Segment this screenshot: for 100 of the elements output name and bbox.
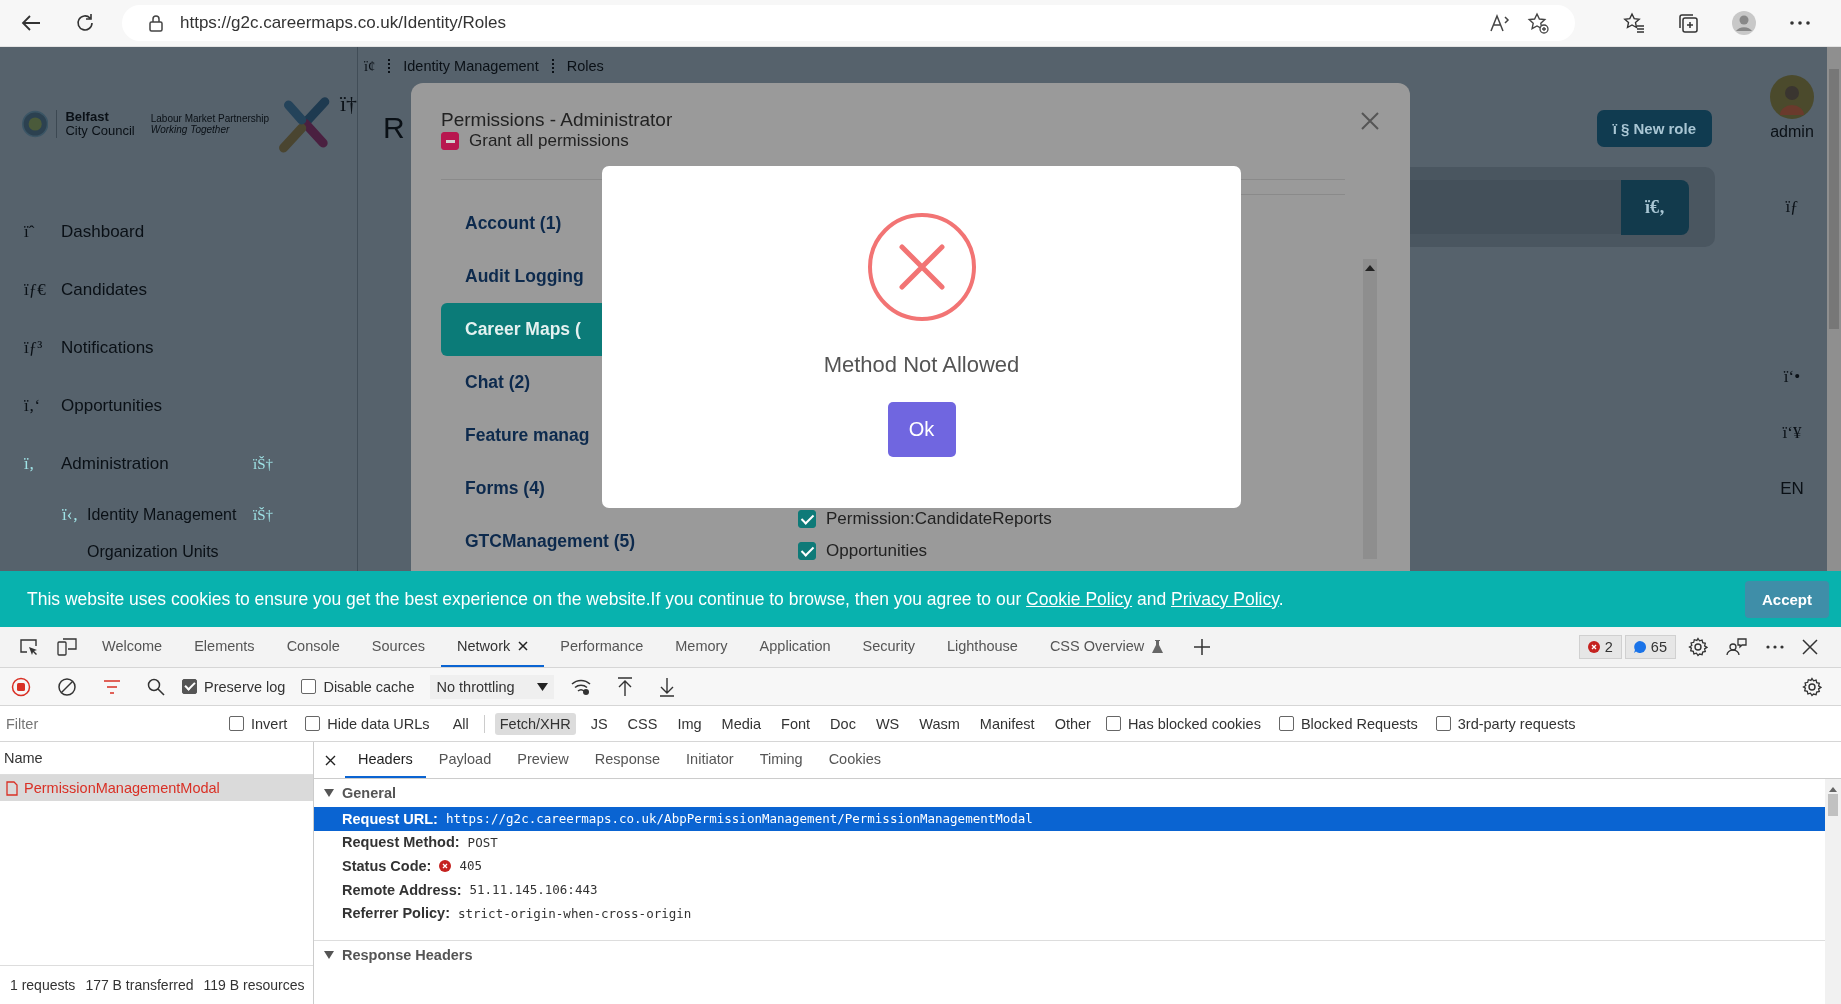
error-icon: [439, 860, 452, 872]
details-tab[interactable]: Response: [581, 742, 674, 778]
accept-button[interactable]: Accept: [1744, 580, 1829, 618]
devtools-tab[interactable]: Welcome: [86, 627, 179, 667]
more-icon[interactable]: [1766, 645, 1784, 649]
header-row[interactable]: Remote Address: 51.11.145.106:443: [314, 877, 1825, 902]
details-tab[interactable]: Preview: [504, 742, 582, 778]
header-row[interactable]: Request Method: POST: [314, 830, 1825, 855]
logo-glyph: ï†: [339, 91, 357, 117]
details-tab[interactable]: Headers: [345, 742, 426, 778]
partnership-name: Labour Market Partnership Working Together: [150, 113, 270, 135]
devtools-tab[interactable]: Memory: [659, 627, 744, 667]
permission-checkbox[interactable]: [798, 510, 816, 528]
messages-badge[interactable]: 65: [1624, 635, 1676, 659]
page-title: R: [383, 111, 405, 145]
sidebar-item[interactable]: ï‚ Administration ïŠ†: [0, 435, 357, 493]
page-scrollbar[interactable]: [1827, 47, 1841, 571]
section-header[interactable]: General: [314, 779, 1825, 807]
throttling-dropdown[interactable]: No throttling: [430, 674, 554, 699]
clear-icon[interactable]: [57, 676, 77, 697]
read-aloud-icon[interactable]: [1489, 13, 1511, 33]
record-icon[interactable]: [11, 676, 31, 697]
type-filter[interactable]: CSS: [622, 712, 663, 735]
close-icon[interactable]: [325, 754, 336, 766]
header-row[interactable]: Referrer Policy: strict-origin-when-cross-origin: [314, 901, 1825, 925]
type-filter[interactable]: Doc: [825, 712, 861, 735]
type-filter[interactable]: Media: [716, 712, 767, 735]
filter-checkbox[interactable]: Has blocked cookies: [1105, 715, 1261, 732]
preserve-log-checkbox[interactable]: Preserve log: [182, 678, 286, 695]
add-tab-icon[interactable]: [1193, 638, 1212, 656]
filter-checkbox[interactable]: Blocked Requests: [1278, 715, 1418, 732]
details-tab[interactable]: Timing: [746, 742, 816, 778]
errors-badge[interactable]: 2: [1578, 635, 1622, 659]
devtools-tab[interactable]: Console: [270, 627, 356, 667]
dialog-scrollbar[interactable]: [1363, 259, 1377, 559]
type-filter[interactable]: All: [447, 712, 474, 735]
details-tab[interactable]: Payload: [425, 742, 505, 778]
error-icon: [1587, 641, 1600, 653]
invert-checkbox[interactable]: Invert: [229, 715, 288, 732]
type-filter[interactable]: Fetch/XHR: [494, 712, 576, 735]
feedback-icon[interactable]: [1726, 637, 1748, 657]
sidebar-item[interactable]: ï‹‚ Identity Management ïŠ†: [0, 493, 357, 537]
devtools-tab[interactable]: Elements: [178, 627, 271, 667]
new-role-button[interactable]: ï § New role: [1596, 109, 1712, 147]
reload-icon[interactable]: [74, 12, 96, 34]
message-icon: [1633, 641, 1646, 653]
filter-icon[interactable]: [103, 679, 121, 694]
profile-icon[interactable]: [1731, 10, 1757, 36]
header-row[interactable]: Status Code: 405: [314, 854, 1825, 878]
type-filter[interactable]: Other: [1049, 712, 1096, 735]
type-filter[interactable]: WS: [870, 712, 905, 735]
ok-button[interactable]: Ok: [887, 402, 956, 457]
details-scrollbar[interactable]: [1825, 779, 1841, 1004]
section-header[interactable]: Response Headers: [314, 939, 1825, 969]
alert-message: Method Not Allowed: [823, 352, 1020, 378]
favorites-icon[interactable]: [1623, 12, 1645, 34]
hide-data-urls-checkbox[interactable]: Hide data URLs: [305, 715, 430, 732]
inspect-icon[interactable]: [19, 638, 39, 656]
header-row[interactable]: Request URL: https://g2c.careermaps.co.uk/AbpPermissionManagement/PermissionManagementModal: [314, 807, 1825, 831]
file-icon: [6, 780, 18, 796]
search-icon[interactable]: [147, 677, 165, 696]
user-name: admin: [1770, 123, 1814, 141]
search-button[interactable]: ï€‚: [1621, 179, 1689, 235]
type-filter[interactable]: Img: [672, 712, 707, 735]
disable-cache-checkbox[interactable]: Disable cache: [301, 678, 415, 695]
devtools-tab[interactable]: Sources: [355, 627, 442, 667]
seal-icon: [22, 108, 49, 140]
filter-checkbox[interactable]: 3rd-party requests: [1435, 715, 1576, 732]
type-filter[interactable]: Manifest: [974, 712, 1040, 735]
add-favorite-icon[interactable]: [1527, 12, 1549, 34]
details-tab[interactable]: Cookies: [815, 742, 895, 778]
devtools-tab[interactable]: Security: [846, 627, 931, 667]
close-icon[interactable]: [1802, 639, 1818, 655]
close-icon[interactable]: [518, 641, 529, 651]
devtools-tab[interactable]: Performance: [544, 627, 660, 667]
type-filter[interactable]: JS: [585, 712, 613, 735]
address-bar[interactable]: https://g2c.careermaps.co.uk/Identity/Roles: [122, 5, 1575, 41]
settings-icon[interactable]: [1802, 676, 1822, 697]
summary-text: 119 B resources: [203, 977, 305, 993]
settings-icon[interactable]: [1688, 637, 1708, 657]
devtools-tab[interactable]: Lighthouse: [930, 627, 1034, 667]
devtools-tab[interactable]: CSS Overview: [1033, 627, 1180, 667]
caret-icon: [536, 682, 548, 691]
download-icon[interactable]: [658, 676, 675, 697]
permission-group-tab[interactable]: GTCManagement (5): [441, 515, 741, 568]
collections-icon[interactable]: [1677, 12, 1699, 34]
permission-checkbox[interactable]: [798, 542, 816, 560]
permission-label: Opportunities: [826, 541, 928, 561]
type-filter[interactable]: Font: [776, 712, 816, 735]
upload-icon[interactable]: [616, 676, 633, 697]
cookie-message: This website uses cookies to ensure you get the best experience on the website.If you continue to browse, then you agree to our Cookie Policy and Privacy Policy.: [27, 588, 1285, 610]
devtools-tab[interactable]: Application: [743, 627, 847, 667]
grant-all-checkbox[interactable]: [441, 132, 459, 150]
url-text: https://g2c.careermaps.co.uk/Identity/Roles: [180, 13, 506, 33]
network-conditions-icon[interactable]: [570, 677, 591, 696]
details-tab[interactable]: Initiator: [673, 742, 747, 778]
grant-all-label: Grant all permissions: [469, 131, 629, 151]
more-icon[interactable]: [1789, 20, 1811, 26]
type-filter[interactable]: Wasm: [914, 712, 965, 735]
device-icon[interactable]: [57, 638, 77, 656]
